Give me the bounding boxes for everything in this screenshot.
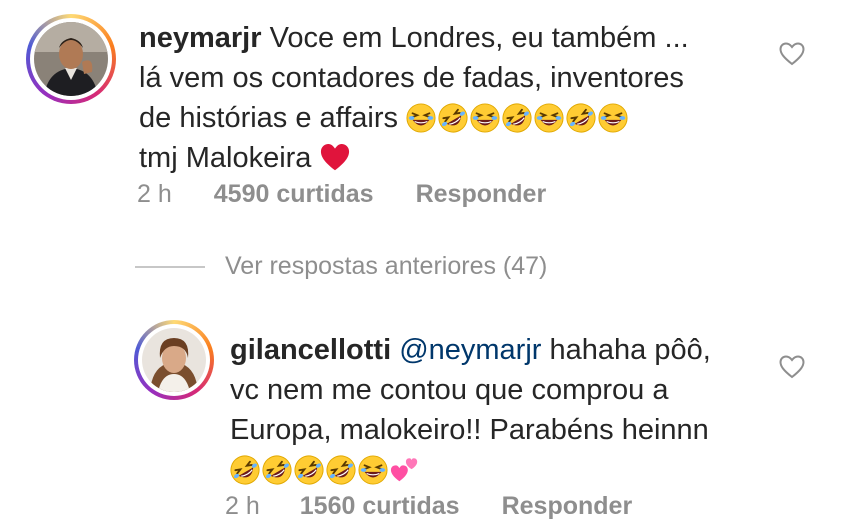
heart-outline-icon[interactable] — [779, 355, 805, 379]
mention-link[interactable]: @neymarjr — [399, 334, 541, 366]
comment-meta: 2 h 1560 curtidas Responder — [225, 492, 632, 521]
comment-text: neymarjr Voce em Londres, eu também ... … — [139, 18, 779, 178]
avatar-photo — [142, 328, 206, 392]
comment-meta: 2 h 4590 curtidas Responder — [137, 180, 546, 209]
comment-line: Europa, malokeiro!! Parabéns heinnn — [230, 414, 709, 446]
view-previous-replies[interactable]: Ver respostas anteriores (47) — [135, 252, 547, 281]
two-hearts-emoji — [390, 455, 420, 485]
comment-line: vc nem me contou que comprou a — [230, 374, 669, 406]
reply-button[interactable]: Responder — [416, 180, 547, 209]
comment-username[interactable]: neymarjr — [139, 22, 262, 54]
comment-line: hahaha pôô, — [549, 334, 711, 366]
rolling-on-floor-laughing-emoji — [294, 455, 324, 485]
grinning-squinting-emoji — [470, 103, 500, 133]
comment-line: Voce em Londres, eu também ... — [269, 22, 689, 54]
grinning-squinting-emoji — [534, 103, 564, 133]
rolling-on-floor-laughing-emoji — [262, 455, 292, 485]
divider-line — [135, 265, 205, 268]
comment-text: gilancellotti @neymarjr hahaha pôô, vc n… — [230, 330, 790, 490]
rolling-on-floor-laughing-emoji — [566, 103, 596, 133]
red-heart-emoji — [320, 143, 350, 173]
rolling-on-floor-laughing-emoji — [438, 103, 468, 133]
comment-time: 2 h — [137, 180, 172, 208]
comment-line: tmj Malokeira — [139, 142, 312, 174]
likes-count[interactable]: 1560 curtidas — [300, 492, 460, 521]
avatar-photo — [34, 22, 108, 96]
grinning-squinting-emoji — [598, 103, 628, 133]
grinning-squinting-emoji — [406, 103, 436, 133]
rolling-on-floor-laughing-emoji — [326, 455, 356, 485]
rolling-on-floor-laughing-emoji — [502, 103, 532, 133]
comments-view: neymarjr Voce em Londres, eu também ... … — [0, 0, 850, 532]
avatar[interactable] — [26, 14, 116, 104]
comment-line: de histórias e affairs — [139, 102, 398, 134]
heart-outline-icon[interactable] — [779, 42, 805, 66]
view-replies-label: Ver respostas anteriores (47) — [225, 252, 548, 280]
likes-count[interactable]: 4590 curtidas — [214, 180, 374, 209]
comment-line: lá vem os contadores de fadas, inventore… — [139, 62, 684, 94]
comment-username[interactable]: gilancellotti — [230, 334, 391, 366]
grinning-squinting-emoji — [358, 455, 388, 485]
rolling-on-floor-laughing-emoji — [230, 455, 260, 485]
reply-button[interactable]: Responder — [502, 492, 633, 521]
avatar[interactable] — [134, 320, 214, 400]
comment-time: 2 h — [225, 492, 260, 520]
